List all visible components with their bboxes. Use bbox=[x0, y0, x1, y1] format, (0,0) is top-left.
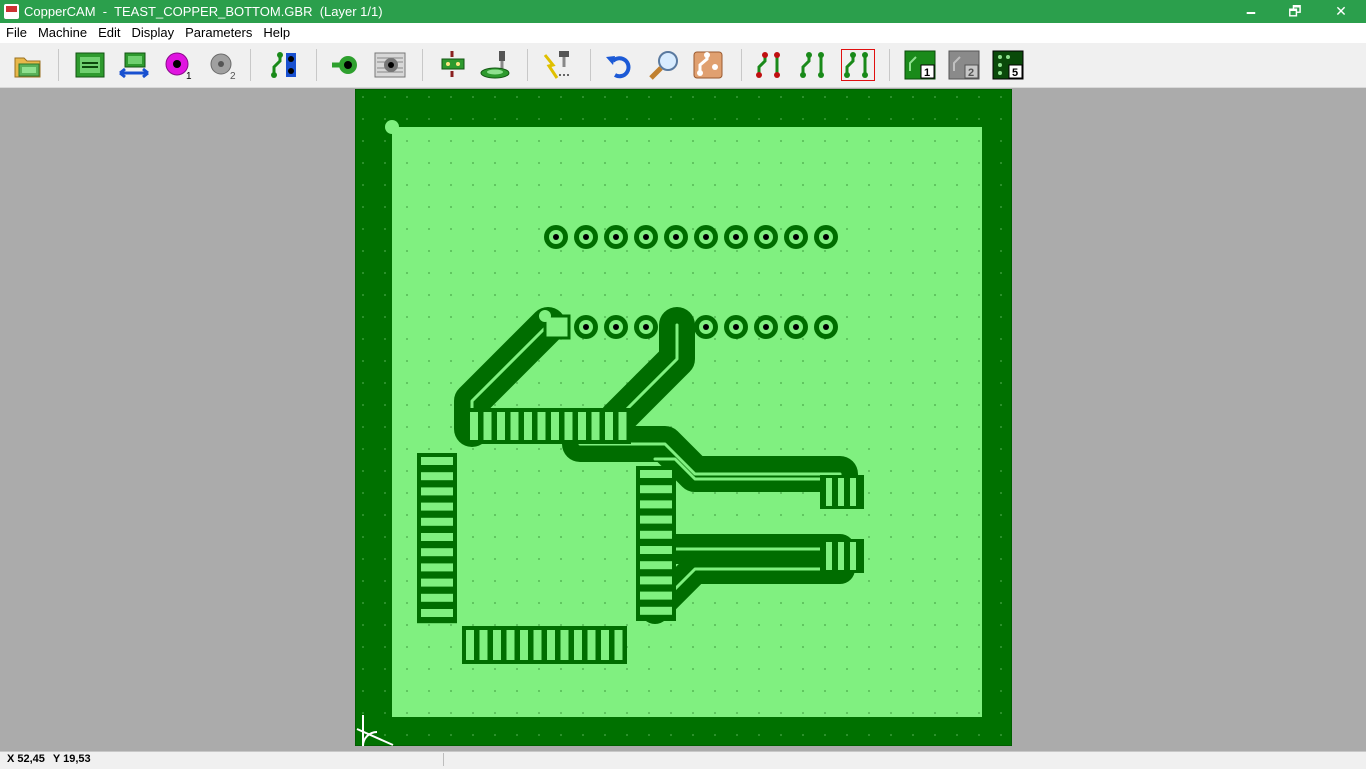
smd-pad bbox=[638, 483, 674, 496]
svg-text:2: 2 bbox=[968, 67, 974, 79]
smd-pad bbox=[562, 410, 575, 442]
mirror-board-icon[interactable] bbox=[117, 49, 151, 81]
smd-pad bbox=[419, 576, 455, 589]
menu-help[interactable]: Help bbox=[257, 23, 295, 40]
layer-1-icon[interactable]: 1 bbox=[903, 49, 937, 81]
svg-text:2: 2 bbox=[230, 71, 236, 81]
smd-pad bbox=[603, 410, 615, 442]
smd-pad bbox=[508, 410, 521, 442]
cursor-coordinates: X 52,45 Y 19,53 bbox=[2, 753, 444, 766]
zoom-icon[interactable] bbox=[648, 49, 682, 81]
smd-pad bbox=[638, 589, 674, 602]
smd-pad bbox=[419, 470, 455, 483]
route-2-icon[interactable] bbox=[797, 49, 831, 81]
route-3-icon[interactable] bbox=[841, 49, 875, 81]
restore-button[interactable]: 🗗 bbox=[1272, 0, 1318, 23]
contour-icon[interactable] bbox=[373, 49, 407, 81]
menu-parameters[interactable]: Parameters bbox=[179, 23, 257, 40]
smd-pad bbox=[419, 591, 455, 604]
smd-pad bbox=[638, 574, 674, 587]
status-bar: X 52,45 Y 19,53 bbox=[0, 751, 1366, 769]
smd-pads-vertical-left bbox=[417, 453, 457, 624]
smd-pad bbox=[558, 628, 571, 662]
smd-pad bbox=[599, 628, 611, 662]
smd-pad bbox=[419, 455, 455, 467]
smd-pad bbox=[545, 628, 557, 662]
drill-board-icon[interactable] bbox=[436, 49, 470, 81]
menu-file[interactable]: File bbox=[0, 23, 32, 40]
smd-pad bbox=[531, 628, 544, 662]
route-1-icon[interactable] bbox=[753, 49, 787, 81]
smd-pad bbox=[522, 410, 534, 442]
smd-pad bbox=[419, 531, 455, 543]
smd-pad bbox=[549, 410, 561, 442]
smd-pad bbox=[638, 559, 674, 572]
minimize-button[interactable]: 🗕 bbox=[1228, 0, 1274, 23]
toolbar: 1 2 1 2 5 bbox=[0, 43, 1366, 88]
smd-pad bbox=[616, 410, 629, 442]
smd-pad bbox=[535, 410, 548, 442]
smd-pad bbox=[638, 468, 674, 480]
smd-pads-horizontal-top bbox=[466, 408, 631, 444]
copper-preview-icon[interactable] bbox=[691, 49, 725, 81]
smd-pad bbox=[638, 498, 674, 511]
menu-machine[interactable]: Machine bbox=[32, 23, 92, 40]
coord-y: Y 19,53 bbox=[52, 753, 91, 765]
pad-row-middle bbox=[574, 315, 838, 339]
smd-pad bbox=[504, 628, 517, 662]
svg-text:5: 5 bbox=[1012, 67, 1018, 79]
window-title: CopperCAM - TEAST_COPPER_BOTTOM.GBR (Lay… bbox=[24, 4, 383, 19]
smd-pad bbox=[419, 561, 455, 574]
smd-pad bbox=[585, 628, 598, 662]
pcb-board[interactable] bbox=[355, 89, 1012, 746]
smd-pad bbox=[638, 604, 674, 617]
close-button[interactable]: ✕ bbox=[1318, 0, 1364, 23]
coord-x: X 52,45 bbox=[7, 753, 45, 765]
svg-text:1: 1 bbox=[924, 67, 930, 79]
app-icon bbox=[4, 4, 19, 19]
mill-tool-icon[interactable] bbox=[479, 49, 513, 81]
pad-icon[interactable] bbox=[330, 49, 364, 81]
layer-5-icon[interactable]: 5 bbox=[991, 49, 1025, 81]
smd-pad bbox=[589, 410, 602, 442]
smd-pad bbox=[419, 515, 455, 528]
undo-icon[interactable] bbox=[603, 49, 637, 81]
smd-pad bbox=[638, 513, 674, 526]
laser-engrave-icon[interactable] bbox=[541, 49, 575, 81]
smd-pad bbox=[495, 410, 507, 442]
smd-pad bbox=[638, 544, 674, 556]
smd-pad bbox=[576, 410, 588, 442]
smd-pad bbox=[612, 628, 625, 662]
smd-pad bbox=[419, 500, 455, 513]
track-select-icon[interactable] bbox=[266, 49, 300, 81]
smd-pad bbox=[491, 628, 503, 662]
smd-pad bbox=[481, 410, 494, 442]
menu-bar: File Machine Edit Display Parameters Help bbox=[0, 23, 1366, 43]
pcb-canvas[interactable] bbox=[0, 88, 1366, 750]
open-folder-icon[interactable] bbox=[11, 49, 45, 81]
smd-pad bbox=[572, 628, 584, 662]
smd-pad bbox=[419, 485, 455, 498]
svg-text:1: 1 bbox=[186, 71, 192, 81]
board-view-icon[interactable] bbox=[73, 49, 107, 81]
menu-display[interactable]: Display bbox=[126, 23, 180, 40]
smd-pad bbox=[419, 607, 455, 619]
pad-1-icon[interactable]: 1 bbox=[161, 49, 195, 82]
smd-pad bbox=[518, 628, 530, 662]
title-bar: CopperCAM - TEAST_COPPER_BOTTOM.GBR (Lay… bbox=[0, 0, 1366, 23]
smd-pad bbox=[419, 546, 455, 559]
smd-pads-vertical-middle bbox=[636, 466, 676, 621]
layer-2-icon[interactable]: 2 bbox=[947, 49, 981, 81]
menu-edit[interactable]: Edit bbox=[92, 23, 125, 40]
pad-2-icon[interactable]: 2 bbox=[205, 49, 239, 82]
smd-pad bbox=[477, 628, 490, 662]
smd-pad bbox=[638, 528, 674, 541]
smd-pad bbox=[468, 410, 480, 442]
smd-pads-horizontal-bottom bbox=[462, 626, 627, 664]
smd-pad bbox=[464, 628, 476, 662]
